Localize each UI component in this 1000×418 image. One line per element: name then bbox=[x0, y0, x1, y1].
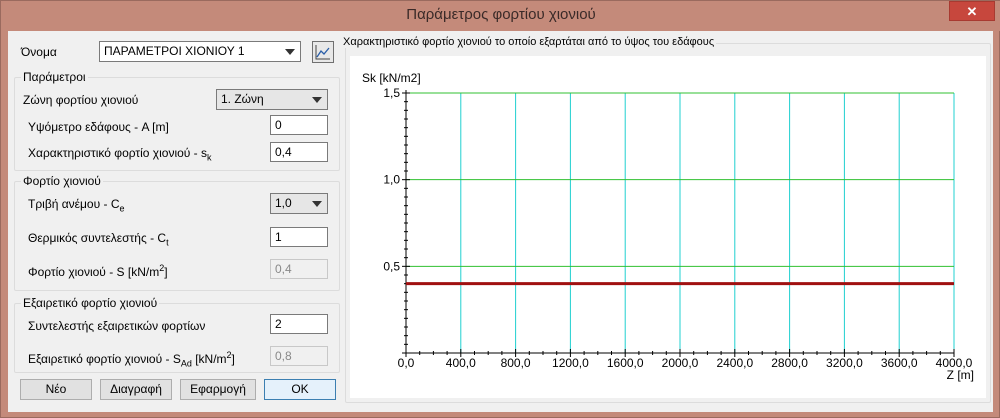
altitude-input[interactable]: 0 bbox=[270, 115, 328, 135]
x-tick-label: 0,0 bbox=[398, 356, 415, 370]
chevron-down-icon bbox=[312, 201, 322, 207]
dialog-window: Παράμετρος φορτίου χιονιού ✕ Όνομα ΠΑΡΑΜ… bbox=[0, 0, 1000, 418]
title-bar[interactable]: Παράμετρος φορτίου χιονιού ✕ bbox=[1, 1, 1000, 31]
thermal-label-sub: t bbox=[166, 237, 169, 248]
name-combo[interactable]: ΠΑΡΑΜΕΤΡΟΙ ΧΙΟΝΙΟΥ 1 bbox=[99, 41, 301, 62]
char-load-label-text: Χαρακτηριστικό φορτίο χιονιού - s bbox=[28, 146, 208, 160]
exposure-label: Τριβή ανέμου - Ce bbox=[28, 197, 125, 213]
snow-result-output: 0,4 bbox=[270, 259, 328, 279]
y-tick-label: 1,0 bbox=[383, 173, 400, 187]
zone-combo[interactable]: 1. Ζώνη bbox=[216, 89, 328, 110]
exceptional-load-label-sub: Ad bbox=[180, 358, 192, 369]
y-axis-label: Sk [kN/m2] bbox=[362, 71, 421, 85]
exceptional-load-output: 0,8 bbox=[270, 346, 328, 366]
exposure-combo[interactable]: 1,0 bbox=[270, 193, 328, 214]
char-load-input[interactable]: 0,4 bbox=[270, 142, 328, 162]
new-button[interactable]: Νέο bbox=[20, 379, 92, 400]
chart-panel: 0,0 400,0 800,0 1200,0 1600,0 2000,0 2400,0 280… bbox=[350, 56, 986, 398]
thermal-input[interactable]: 1 bbox=[270, 227, 328, 247]
name-combo-value: ΠΑΡΑΜΕΤΡΟΙ ΧΙΟΝΙΟΥ 1 bbox=[104, 44, 245, 58]
x-tick-label: 400,0 bbox=[446, 356, 476, 370]
chart-view-button[interactable] bbox=[312, 41, 334, 63]
ok-button[interactable]: OK bbox=[264, 379, 336, 400]
exceptional-load-label-end: ] bbox=[231, 352, 235, 366]
chart-icon bbox=[315, 45, 330, 60]
thermal-label: Θερμικός συντελεστής - Ct bbox=[28, 231, 169, 247]
exceptional-load-label-text: Εξαιρετικό φορτίο χιονιού - S bbox=[28, 352, 181, 366]
snow-result-label-text: Φορτίο χιονιού - S [kN/m bbox=[28, 265, 160, 279]
snow-load-group-title: Φορτίο χιονιού bbox=[21, 174, 103, 188]
thermal-label-text: Θερμικός συντελεστής - C bbox=[28, 231, 167, 245]
x-tick-label: 2800,0 bbox=[771, 356, 808, 370]
apply-button[interactable]: Εφαρμογή bbox=[180, 379, 256, 400]
x-tick-label: 2000,0 bbox=[662, 356, 699, 370]
y-tick-label: 0,5 bbox=[383, 259, 400, 273]
snow-load-chart: 0,0 400,0 800,0 1200,0 1600,0 2000,0 2400,0 280… bbox=[362, 71, 974, 382]
exceptional-group-title: Εξαιρετικό φορτίο χιονιού bbox=[21, 296, 160, 310]
x-axis-label: Z [m] bbox=[947, 368, 974, 382]
char-load-label: Χαρακτηριστικό φορτίο χιονιού - sk bbox=[28, 146, 212, 162]
close-button[interactable]: ✕ bbox=[949, 1, 995, 21]
exposure-label-sub: e bbox=[119, 203, 125, 214]
exposure-combo-value: 1,0 bbox=[275, 196, 292, 210]
name-label: Όνομα bbox=[21, 45, 57, 59]
zone-combo-value: 1. Ζώνη bbox=[221, 92, 264, 106]
snow-result-label: Φορτίο χιονιού - S [kN/m2] bbox=[28, 263, 168, 279]
exceptional-load-label-mid: [kN/m bbox=[191, 352, 227, 366]
snow-result-label-end: ] bbox=[164, 265, 168, 279]
exceptional-factor-input[interactable]: 2 bbox=[270, 314, 328, 334]
x-tick-label: 3600,0 bbox=[881, 356, 918, 370]
exceptional-load-label: Εξαιρετικό φορτίο χιονιού - SAd [kN/m2] bbox=[28, 350, 235, 368]
y-tick-label: 1,5 bbox=[383, 86, 400, 100]
x-tick-label: 800,0 bbox=[501, 356, 531, 370]
chart-group-title: Χαρακτηριστικό φορτίο χιονιού το οποίο ε… bbox=[341, 36, 717, 48]
parameters-group-title: Παράμετροι bbox=[21, 70, 88, 84]
char-load-label-sub: k bbox=[207, 152, 212, 163]
dialog-client-area: Όνομα ΠΑΡΑΜΕΤΡΟΙ ΧΙΟΝΙΟΥ 1 Παράμετροι Ζώ… bbox=[8, 31, 993, 412]
zone-label: Ζώνη φορτίου χιονιού bbox=[23, 93, 139, 107]
exceptional-factor-label: Συντελεστής εξαιρετικών φορτίων bbox=[28, 319, 206, 333]
altitude-label: Υψόμετρο εδάφους - A [m] bbox=[28, 120, 169, 134]
x-tick-label: 2400,0 bbox=[716, 356, 753, 370]
chevron-down-icon bbox=[285, 49, 295, 55]
x-tick-label: 3200,0 bbox=[826, 356, 863, 370]
window-title: Παράμετρος φορτίου χιονιού bbox=[406, 6, 596, 23]
x-tick-label: 1200,0 bbox=[552, 356, 589, 370]
delete-button[interactable]: Διαγραφή bbox=[100, 379, 172, 400]
chevron-down-icon bbox=[312, 97, 322, 103]
exposure-label-text: Τριβή ανέμου - C bbox=[28, 197, 120, 211]
x-tick-label: 1600,0 bbox=[607, 356, 644, 370]
